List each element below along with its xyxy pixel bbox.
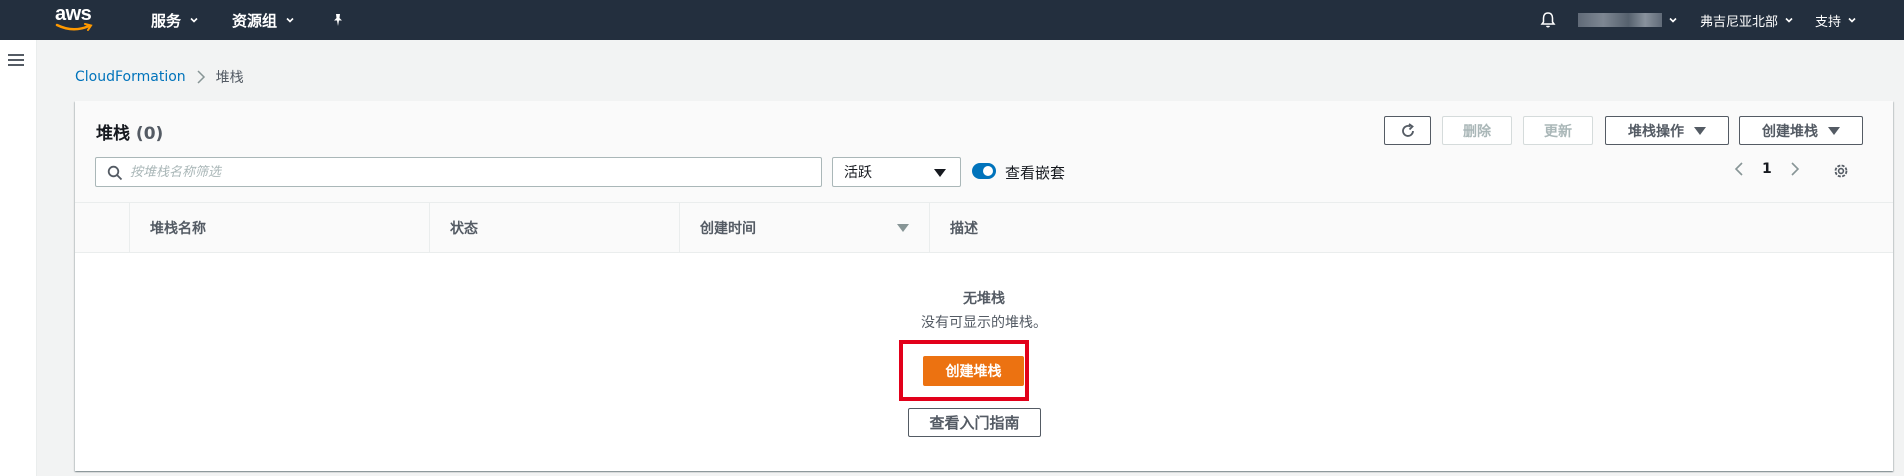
pin-button[interactable] bbox=[331, 0, 345, 40]
status-filter-value: 活跃 bbox=[844, 165, 872, 181]
status-filter-select[interactable]: 活跃 bbox=[832, 157, 961, 187]
getting-started-guide-button[interactable]: 查看入门指南 bbox=[908, 408, 1041, 437]
guide-button-label: 查看入门指南 bbox=[929, 414, 1020, 432]
search-input[interactable] bbox=[130, 162, 810, 182]
aws-smile-icon bbox=[55, 23, 93, 31]
region-menu[interactable]: 弗吉尼亚北部 bbox=[1700, 0, 1794, 40]
caret-down-icon bbox=[1828, 126, 1840, 135]
sort-descending-icon bbox=[897, 224, 909, 232]
bell-icon bbox=[1540, 12, 1556, 28]
services-label: 服务 bbox=[151, 11, 182, 30]
column-label: 堆栈名称 bbox=[150, 221, 206, 237]
caret-down-icon bbox=[934, 169, 946, 177]
pagination: 1 bbox=[1734, 161, 1800, 177]
side-navigation-rail bbox=[0, 40, 37, 476]
support-label: 支持 bbox=[1815, 14, 1842, 30]
update-button[interactable]: 更新 bbox=[1523, 116, 1593, 145]
stack-actions-label: 堆栈操作 bbox=[1628, 123, 1684, 140]
chevron-down-icon bbox=[1848, 17, 1856, 23]
delete-button[interactable]: 删除 bbox=[1442, 116, 1512, 145]
chevron-right-icon[interactable] bbox=[1790, 161, 1800, 177]
empty-state-title: 无堆栈 bbox=[963, 291, 1005, 307]
stacks-panel: 堆栈 (0) 删除 更新 堆栈操作 创建堆栈 按堆栈名称筛选 活跃 查看嵌套 1… bbox=[75, 101, 1893, 471]
column-label: 描述 bbox=[950, 221, 978, 237]
stack-actions-button[interactable]: 堆栈操作 bbox=[1605, 116, 1729, 145]
chevron-down-icon bbox=[190, 17, 198, 23]
column-stack-name[interactable]: 堆栈名称 bbox=[129, 203, 429, 253]
table-header: 堆栈名称 状态 创建时间 描述 bbox=[75, 203, 1893, 253]
resource-groups-label: 资源组 bbox=[232, 11, 278, 30]
chevron-down-icon bbox=[1785, 17, 1793, 23]
top-navigation: aws 服务 资源组 弗吉尼亚北部 支持 bbox=[0, 0, 1904, 40]
create-stack-button[interactable]: 创建堆栈 bbox=[923, 356, 1024, 386]
aws-logo-text: aws bbox=[55, 3, 92, 25]
support-menu[interactable]: 支持 bbox=[1815, 0, 1857, 40]
view-nested-label: 查看嵌套 bbox=[1005, 164, 1066, 182]
refresh-icon bbox=[1401, 122, 1414, 137]
column-description[interactable]: 描述 bbox=[929, 203, 1893, 253]
update-label: 更新 bbox=[1544, 123, 1572, 140]
create-stack-label: 创建堆栈 bbox=[1762, 123, 1818, 140]
chevron-left-icon[interactable] bbox=[1734, 161, 1744, 177]
column-label: 状态 bbox=[450, 221, 478, 237]
stack-search bbox=[95, 157, 822, 187]
column-created-time[interactable]: 创建时间 bbox=[679, 203, 929, 253]
account-name-redacted bbox=[1578, 13, 1662, 27]
breadcrumb-cloudformation[interactable]: CloudFormation bbox=[75, 69, 186, 85]
view-nested-toggle[interactable] bbox=[972, 163, 996, 179]
menu-icon[interactable] bbox=[8, 53, 24, 67]
caret-down-icon bbox=[1694, 126, 1706, 135]
column-status[interactable]: 状态 bbox=[429, 203, 679, 253]
create-stack-dropdown-button[interactable]: 创建堆栈 bbox=[1739, 116, 1863, 145]
panel-header: 堆栈 (0) 删除 更新 堆栈操作 创建堆栈 按堆栈名称筛选 活跃 查看嵌套 1 bbox=[75, 101, 1893, 203]
create-stack-button-label: 创建堆栈 bbox=[945, 364, 1002, 380]
notifications-button[interactable] bbox=[1540, 0, 1556, 40]
pin-icon bbox=[334, 14, 342, 26]
column-label: 创建时间 bbox=[700, 221, 756, 237]
services-menu[interactable]: 服务 bbox=[151, 0, 199, 40]
breadcrumb-current: 堆栈 bbox=[215, 70, 244, 86]
chevron-down-icon bbox=[286, 17, 294, 23]
chevron-right-icon bbox=[197, 70, 205, 84]
empty-state-subtitle: 没有可显示的堆栈。 bbox=[921, 315, 1047, 331]
panel-title-text: 堆栈 bbox=[96, 124, 130, 144]
page-title: 堆栈 (0) bbox=[96, 119, 163, 144]
stack-count: (0) bbox=[135, 124, 164, 144]
aws-logo[interactable]: aws bbox=[55, 4, 99, 34]
delete-label: 删除 bbox=[1463, 123, 1491, 140]
search-icon bbox=[107, 165, 123, 181]
page-number[interactable]: 1 bbox=[1762, 161, 1772, 177]
breadcrumb: CloudFormation 堆栈 bbox=[75, 67, 244, 87]
resource-groups-menu[interactable]: 资源组 bbox=[232, 0, 295, 40]
toggle-knob bbox=[983, 166, 993, 176]
refresh-button[interactable] bbox=[1384, 116, 1431, 145]
region-label: 弗吉尼亚北部 bbox=[1700, 14, 1779, 30]
gear-icon[interactable] bbox=[1832, 162, 1850, 180]
chevron-down-icon bbox=[1669, 17, 1677, 23]
account-menu[interactable] bbox=[1578, 0, 1678, 40]
